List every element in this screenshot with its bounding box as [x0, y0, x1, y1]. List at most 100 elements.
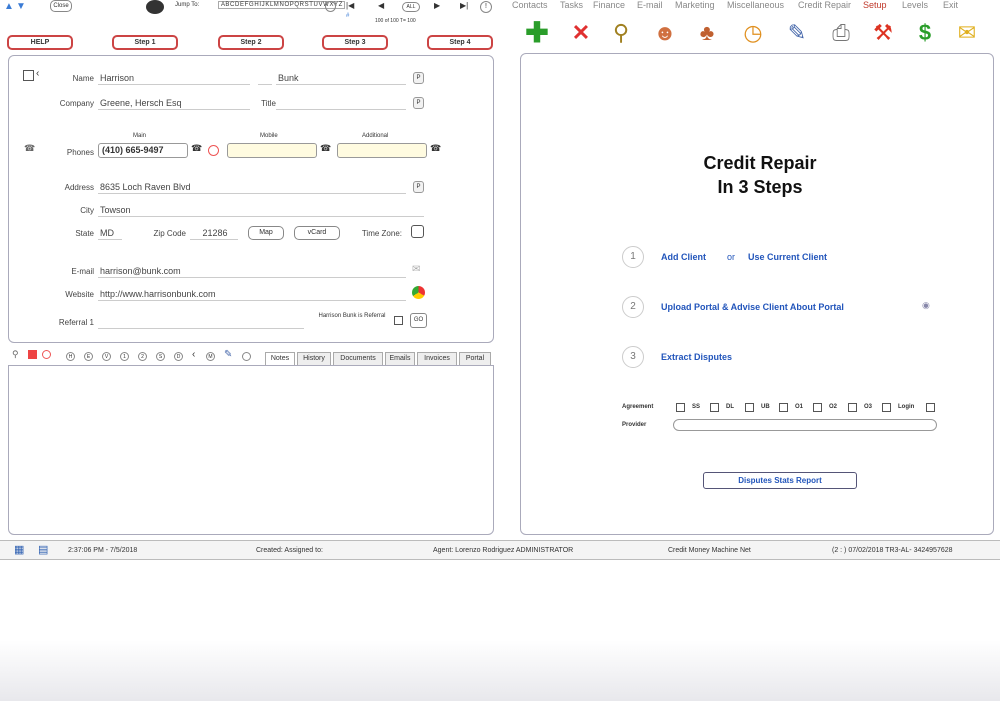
- chevron-left-icon[interactable]: ‹: [36, 68, 39, 79]
- globe-icon[interactable]: [146, 0, 164, 14]
- menu-levels[interactable]: Levels: [902, 0, 928, 10]
- calculator-icon[interactable]: ▤: [38, 543, 48, 556]
- red-delete-icon[interactable]: [28, 350, 37, 359]
- hash-label[interactable]: #: [346, 13, 349, 19]
- step-4-button[interactable]: Step 4: [427, 35, 493, 50]
- phone-timer-icon[interactable]: [208, 145, 219, 156]
- group-icon[interactable]: ♣: [692, 18, 722, 48]
- first-name-field[interactable]: Harrison: [98, 72, 250, 85]
- menu-miscellaneous[interactable]: Miscellaneous: [727, 0, 784, 10]
- up-arrow-icon[interactable]: ▲: [4, 1, 14, 12]
- first-record-button[interactable]: |◀: [346, 1, 354, 10]
- timezone-button[interactable]: [411, 225, 424, 238]
- m-circle-icon[interactable]: M: [206, 352, 215, 361]
- main-phone-call-icon[interactable]: ☎: [191, 143, 202, 154]
- menu-email[interactable]: E-mail: [637, 0, 663, 10]
- browser-icon[interactable]: [412, 286, 425, 299]
- map-button[interactable]: Map: [248, 226, 284, 240]
- o3-checkbox[interactable]: [882, 403, 891, 412]
- tab-invoices[interactable]: Invoices: [417, 352, 457, 365]
- tab-documents[interactable]: Documents: [333, 352, 383, 365]
- additional-phone-field[interactable]: [337, 143, 427, 158]
- prev-record-button[interactable]: ◀: [378, 1, 384, 10]
- chevron-left-small-icon[interactable]: ‹: [192, 349, 195, 360]
- address-p-button[interactable]: P: [413, 181, 424, 193]
- email-envelope-icon[interactable]: ✉: [412, 264, 420, 275]
- email-field[interactable]: harrison@bunk.com: [98, 265, 406, 278]
- tab-emails[interactable]: Emails: [385, 352, 415, 365]
- vcard-button[interactable]: vCard: [294, 226, 340, 240]
- edit-note-icon[interactable]: ✎: [782, 18, 812, 48]
- step-1-button[interactable]: Step 1: [112, 35, 178, 50]
- help-button[interactable]: HELP: [7, 35, 73, 50]
- email-circle-icon[interactable]: E: [84, 352, 93, 361]
- login-checkbox[interactable]: [926, 403, 935, 412]
- calendar-icon[interactable]: ▦: [14, 543, 24, 556]
- provider-field[interactable]: [673, 419, 937, 431]
- mail-icon[interactable]: ✉: [952, 18, 982, 48]
- all-button[interactable]: ALL: [402, 2, 420, 12]
- dollar-icon[interactable]: $: [910, 18, 940, 48]
- search-icon[interactable]: ⚲: [606, 18, 636, 48]
- alarm-icon[interactable]: [42, 350, 51, 359]
- tab-portal[interactable]: Portal: [459, 352, 491, 365]
- address-field[interactable]: 8635 Loch Raven Blvd: [98, 181, 406, 194]
- ub-checkbox[interactable]: [779, 403, 788, 412]
- dl-checkbox[interactable]: [745, 403, 754, 412]
- referral-checkbox[interactable]: [394, 316, 403, 325]
- print-icon[interactable]: ⎙: [826, 18, 856, 48]
- state-field[interactable]: MD: [98, 227, 122, 240]
- info-icon[interactable]: !: [480, 1, 492, 13]
- disputes-stats-report-button[interactable]: Disputes Stats Report: [703, 472, 857, 489]
- o1-checkbox[interactable]: [813, 403, 822, 412]
- select-contact-checkbox[interactable]: [23, 70, 34, 81]
- delete-icon[interactable]: ✕: [566, 18, 596, 48]
- upload-portal-link[interactable]: Upload Portal & Advise Client About Port…: [661, 302, 844, 312]
- o2-checkbox[interactable]: [848, 403, 857, 412]
- menu-credit-repair[interactable]: Credit Repair: [798, 0, 851, 10]
- two-circle-icon[interactable]: 2: [138, 352, 147, 361]
- down-arrow-icon[interactable]: ▼: [16, 1, 26, 12]
- view-circle-icon[interactable]: V: [102, 352, 111, 361]
- name-p-button[interactable]: P: [413, 72, 424, 84]
- menu-contacts[interactable]: Contacts: [512, 0, 548, 10]
- mobile-phone-field[interactable]: [227, 143, 317, 158]
- ss-checkbox[interactable]: [710, 403, 719, 412]
- menu-marketing[interactable]: Marketing: [675, 0, 715, 10]
- history-circle-icon[interactable]: H: [66, 352, 75, 361]
- d-circle-icon[interactable]: D: [174, 352, 183, 361]
- agreement-checkbox[interactable]: [676, 403, 685, 412]
- middle-name-field[interactable]: [258, 72, 272, 85]
- next-record-button[interactable]: ▶: [434, 1, 440, 10]
- eye-icon[interactable]: ◉: [922, 300, 930, 311]
- step-3-button[interactable]: Step 3: [322, 35, 388, 50]
- mobile-phone-call-icon[interactable]: ☎: [320, 143, 331, 154]
- extract-disputes-link[interactable]: Extract Disputes: [661, 352, 732, 362]
- tab-history[interactable]: History: [297, 352, 331, 365]
- referral-field[interactable]: [98, 316, 304, 329]
- city-field[interactable]: Towson: [98, 204, 424, 217]
- company-field[interactable]: Greene, Hersch Esq: [98, 97, 250, 110]
- website-field[interactable]: http://www.harrisonbunk.com: [98, 288, 406, 301]
- document-icon[interactable]: ✎: [224, 349, 232, 360]
- menu-exit[interactable]: Exit: [943, 0, 958, 10]
- s-circle-icon[interactable]: S: [156, 352, 165, 361]
- search-circle-icon[interactable]: [325, 1, 336, 12]
- tools-icon[interactable]: ⚒: [868, 18, 898, 48]
- last-record-button[interactable]: ▶|: [460, 1, 468, 10]
- menu-tasks[interactable]: Tasks: [560, 0, 583, 10]
- step-2-button[interactable]: Step 2: [218, 35, 284, 50]
- main-phone-field[interactable]: (410) 665-9497: [98, 143, 188, 158]
- zip-field[interactable]: 21286: [190, 227, 238, 240]
- extra-circle-icon[interactable]: [242, 352, 251, 361]
- last-name-field[interactable]: Bunk: [276, 72, 406, 85]
- one-circle-icon[interactable]: 1: [120, 352, 129, 361]
- menu-finance[interactable]: Finance: [593, 0, 625, 10]
- home-icon[interactable]: [28, 0, 44, 12]
- user-icon[interactable]: ☻: [650, 18, 680, 48]
- referral-go-button[interactable]: GO: [410, 313, 427, 328]
- tab-notes[interactable]: Notes: [265, 352, 295, 365]
- add-client-link[interactable]: Add Client: [661, 252, 706, 262]
- title-p-button[interactable]: P: [413, 97, 424, 109]
- magnifier-icon[interactable]: ⚲: [12, 349, 19, 360]
